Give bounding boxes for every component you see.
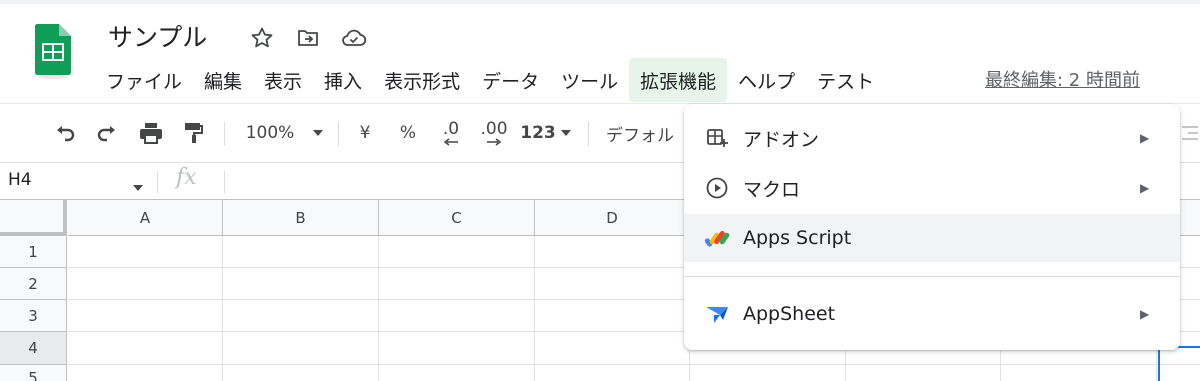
arrow-right-icon — [487, 138, 502, 146]
fx-icon: fx — [176, 165, 197, 190]
redo-icon[interactable] — [92, 118, 122, 148]
undo-icon[interactable] — [50, 118, 80, 148]
increase-decimal-label: .00 — [480, 119, 508, 139]
menu-test[interactable]: テスト — [806, 58, 885, 102]
column-gridline — [534, 236, 535, 381]
submenu-arrow-icon: ▶ — [1140, 307, 1150, 321]
column-gridline — [222, 236, 223, 381]
menu-tools[interactable]: ツール — [550, 58, 629, 102]
column-header-c[interactable]: C — [379, 200, 535, 236]
column-header-d[interactable]: D — [535, 200, 690, 236]
toolbar-divider — [338, 122, 339, 146]
menu-edit[interactable]: 編集 — [193, 58, 253, 102]
sheets-app: サンプル ファイル 編集 表示 挿入 表示形式 データ ツール 拡張機能 ヘルプ… — [0, 0, 1200, 381]
menu-bar: ファイル 編集 表示 挿入 表示形式 データ ツール 拡張機能 ヘルプ テスト — [95, 58, 885, 102]
title-actions — [246, 24, 370, 52]
menu-view[interactable]: 表示 — [253, 58, 313, 102]
last-edit-link[interactable]: 最終編集: 2 時間前 — [985, 66, 1140, 92]
menu-data[interactable]: データ — [471, 58, 550, 102]
move-folder-icon[interactable] — [292, 24, 324, 52]
percent-format-button[interactable]: % — [396, 118, 420, 148]
menu-item-macros-label: マクロ — [743, 178, 801, 201]
more-toolbar-icon[interactable] — [1180, 118, 1200, 148]
formula-divider — [224, 171, 225, 193]
menu-help[interactable]: ヘルプ — [727, 58, 806, 102]
zoom-value: 100% — [245, 123, 295, 143]
toolbar-divider — [224, 122, 225, 146]
currency-format-button[interactable]: ¥ — [354, 118, 376, 148]
name-box[interactable]: H4 — [8, 170, 32, 190]
selected-cell-h4[interactable] — [1158, 346, 1200, 381]
appsheet-icon — [704, 301, 730, 327]
top-border — [0, 0, 1200, 4]
paint-format-icon[interactable] — [178, 118, 208, 148]
row-header-4[interactable]: 4 — [0, 332, 67, 365]
toolbar-divider — [588, 122, 589, 146]
menu-insert[interactable]: 挿入 — [313, 58, 373, 102]
decrease-decimal-label: .0 — [442, 119, 460, 139]
table-row[interactable] — [68, 365, 1200, 381]
more-formats-caret-icon — [560, 130, 571, 136]
select-all-corner[interactable] — [0, 200, 67, 236]
menu-item-addons-label: アドオン — [743, 128, 820, 151]
row-header-5[interactable]: 5 — [0, 365, 67, 381]
menu-item-appsheet[interactable]: AppSheet ▶ — [684, 290, 1180, 338]
column-header-b[interactable]: B — [223, 200, 379, 236]
apps-script-icon — [704, 225, 730, 251]
menu-extensions[interactable]: 拡張機能 — [629, 58, 728, 102]
increase-decimal-button[interactable]: .00 — [476, 118, 512, 148]
menu-item-apps-script-label: Apps Script — [743, 227, 852, 249]
addon-icon — [704, 125, 730, 151]
more-formats-button[interactable]: 123 — [520, 118, 572, 148]
zoom-caret-icon[interactable] — [308, 118, 328, 148]
document-title[interactable]: サンプル — [108, 18, 207, 54]
formula-divider — [157, 171, 158, 193]
menu-item-addons[interactable]: アドオン ▶ — [684, 114, 1180, 162]
menu-file[interactable]: ファイル — [95, 58, 193, 102]
row-header-1[interactable]: 1 — [0, 236, 67, 268]
sheets-logo-icon[interactable] — [33, 22, 73, 80]
cloud-saved-icon[interactable] — [338, 24, 370, 52]
menu-item-apps-script[interactable]: Apps Script — [684, 214, 1180, 262]
decrease-decimal-button[interactable]: .0 — [436, 118, 466, 148]
name-box-caret-icon[interactable] — [132, 177, 144, 196]
menu-item-macros[interactable]: マクロ ▶ — [684, 164, 1180, 212]
font-select[interactable]: デフォル — [606, 118, 686, 148]
menu-item-appsheet-label: AppSheet — [743, 303, 836, 325]
row-header-3[interactable]: 3 — [0, 300, 67, 332]
column-gridline — [378, 236, 379, 381]
more-formats-label: 123 — [520, 123, 556, 143]
submenu-arrow-icon: ▶ — [1140, 131, 1150, 145]
zoom-select[interactable]: 100% — [242, 118, 298, 148]
row-header-2[interactable]: 2 — [0, 268, 67, 300]
arrow-left-icon — [443, 138, 458, 146]
star-icon[interactable] — [246, 24, 278, 52]
menu-divider — [684, 276, 1180, 277]
play-icon — [704, 175, 730, 201]
column-header-a[interactable]: A — [68, 200, 223, 236]
menu-format[interactable]: 表示形式 — [373, 58, 471, 102]
submenu-arrow-icon: ▶ — [1140, 181, 1150, 195]
extensions-menu: アドオン ▶ マクロ ▶ Apps Script AppSheet ▶ — [684, 104, 1180, 350]
print-icon[interactable] — [136, 118, 166, 148]
